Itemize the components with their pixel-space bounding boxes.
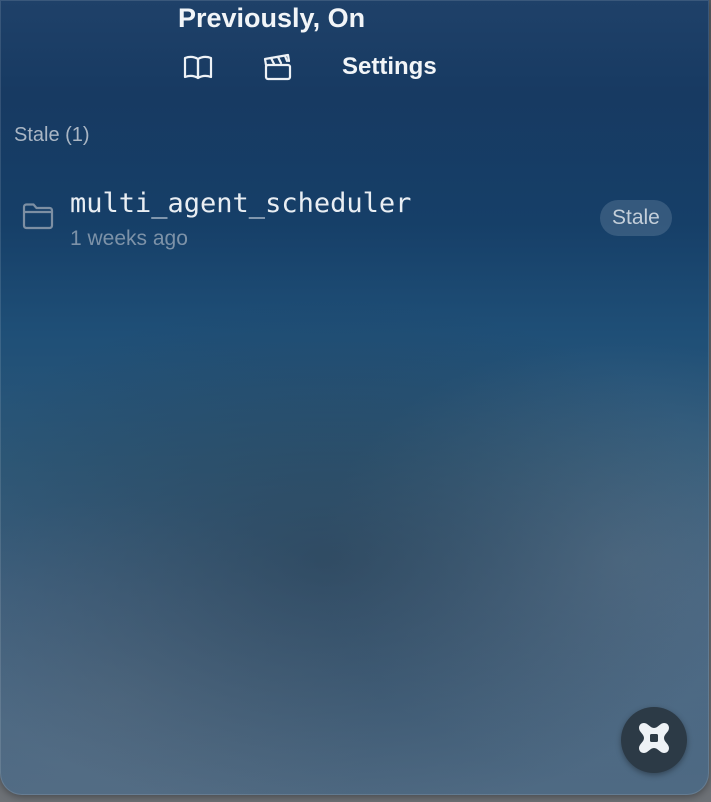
section-header-stale: Stale (1) — [14, 124, 90, 146]
folder-icon — [22, 202, 54, 235]
app-title: Previously, On — [178, 3, 366, 33]
clapperboard-icon[interactable] — [262, 51, 294, 83]
book-open-icon[interactable] — [182, 51, 214, 83]
status-badge: Stale — [600, 200, 672, 236]
screen: Previously, On Settings Stale (1) multi_… — [0, 0, 711, 802]
settings-link[interactable]: Settings — [342, 53, 437, 81]
project-name: multi_agent_scheduler — [70, 188, 412, 219]
list-item[interactable]: multi_agent_scheduler 1 weeks ago Stale — [8, 182, 692, 256]
popover-panel: Previously, On Settings Stale (1) multi_… — [0, 0, 709, 795]
last-updated-time: 1 weeks ago — [70, 227, 188, 250]
app-logo-button[interactable] — [621, 707, 687, 773]
app-logo-icon — [636, 720, 672, 761]
